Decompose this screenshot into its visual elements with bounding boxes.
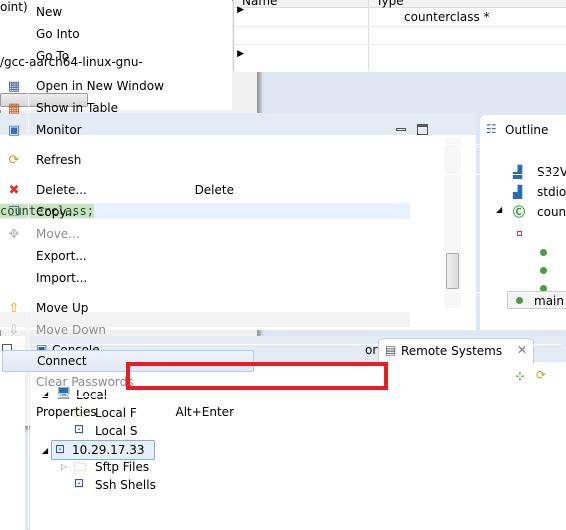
host-icon: ⊡ [55,442,66,456]
menu-shortcut: Alt+Enter [175,405,234,419]
table-cell: counterclass * [404,10,490,24]
outline-item[interactable]: stdio [537,185,566,199]
include-icon: ▟ [513,185,523,199]
outline-icon: ☷ [486,122,497,136]
menu-item-refresh[interactable]: ⟳ Refresh [2,150,254,172]
menu-item-move-down[interactable]: ⇩ Move Down [2,320,254,342]
menu-item-export[interactable]: Export... [2,246,254,268]
variables-table: Name Type counterclass * [233,0,566,72]
close-icon[interactable]: ✕ [517,343,527,357]
menu-item-new[interactable]: New ▶ [2,2,254,24]
menu-item-label: New [36,5,63,19]
menu-item-delete[interactable]: ✖ Delete... Delete [2,180,254,202]
vertical-scrollbar[interactable] [445,138,461,308]
menu-separator [32,292,562,293]
menu-item-copy[interactable]: ❐ Copy... [2,202,254,224]
tree-item[interactable]: Local S [95,424,138,438]
highlight-box [126,362,388,390]
menu-shortcut: Delete [194,183,234,197]
method-icon [540,267,547,274]
menu-separator [32,396,562,397]
menu-item-label: Move Down [36,323,106,337]
include-icon: ▟ [513,165,523,179]
new-window-icon: ▦ [7,79,21,94]
tree-item-selected[interactable]: ⊡ 10.29.17.33 [51,440,155,460]
outline-item[interactable]: S32V2 [537,165,566,179]
collapse-icon[interactable]: ▷ [61,462,67,471]
tree-item[interactable]: Ssh Shells [95,478,156,492]
copy-icon: ❐ [8,205,20,220]
menu-item-import[interactable]: Import... [2,268,254,290]
menu-item-label: Connect [37,354,87,368]
expand-icon[interactable]: ◢ [42,446,48,455]
menu-item-move-up[interactable]: ⇧ Move Up [2,298,254,320]
menu-item-label: Move Up [36,301,89,315]
menu-item-label: Delete... [36,183,87,197]
menu-item-label: Go Into [36,27,80,41]
new-connection-icon[interactable]: ⊹ [515,369,525,383]
method-icon [540,249,547,256]
menu-item-label: Monitor [36,123,82,137]
refresh-icon[interactable]: ⟳ [536,368,546,382]
tree-item[interactable]: Sftp Files [95,460,149,474]
shell-icon: ⊡ [74,422,85,436]
menu-item-go-into[interactable]: Go Into [2,24,254,46]
menu-item-label: Refresh [36,153,82,167]
arrow-up-icon: ⇧ [8,301,20,316]
menu-separator [32,174,562,175]
column-header-type[interactable]: Type [376,0,404,8]
arrow-down-icon: ⇩ [8,323,20,338]
outline-panel: ☷ Outline ▟ S32V2 ▟ stdio ◢ Ⓒ coun main [480,115,566,330]
outline-item[interactable]: coun [537,205,566,219]
submenu-arrow-icon: ▶ [237,49,244,59]
class-icon: Ⓒ [513,205,526,219]
remote-systems-icon: ▤ [385,343,397,357]
tab-remote-systems[interactable]: ▤ Remote Systems ✕ [378,338,534,363]
menu-item-show-in-table[interactable]: ▦ Show in Table [2,98,254,120]
menu-item-monitor[interactable]: ▣ Monitor [2,120,254,142]
menu-item-label: Export... [36,249,87,263]
menu-separator [32,70,562,71]
menu-item-label: Show in Table [36,101,118,115]
menu-item-open-in-new-window[interactable]: ▦ Open in New Window [2,76,254,98]
menu-item-label: Go To [36,49,70,63]
menu-separator [32,144,562,145]
outline-title: Outline [505,123,549,137]
menu-item-label: Import... [36,271,88,285]
monitor-icon: ▣ [7,123,21,138]
submenu-arrow-icon: ▶ [237,5,244,15]
table-icon: ▦ [7,101,21,116]
shell-icon: ⊡ [74,476,85,490]
expand-icon[interactable]: ◢ [496,205,502,214]
maximize-icon[interactable] [417,124,428,135]
menu-item-label: Clear Passwords [36,375,134,389]
delete-icon: ✖ [8,183,20,198]
outline-item-selected[interactable]: main [507,291,566,309]
menu-item-properties[interactable]: Properties Alt+Enter [2,402,254,424]
menu-item-label: Move... [36,227,80,241]
menu-item-go-to[interactable]: Go To ▶ [2,46,254,68]
menu-item-label: Properties [36,405,97,419]
menu-item-label: Open in New Window [36,79,164,93]
minimize-icon[interactable] [396,128,406,131]
menu-separator [32,344,562,345]
refresh-icon: ⟳ [8,153,20,168]
menu-item-move[interactable]: ✥ Move... [2,224,254,246]
move-icon: ✥ [8,227,20,242]
menu-item-label: Copy... [36,205,77,219]
